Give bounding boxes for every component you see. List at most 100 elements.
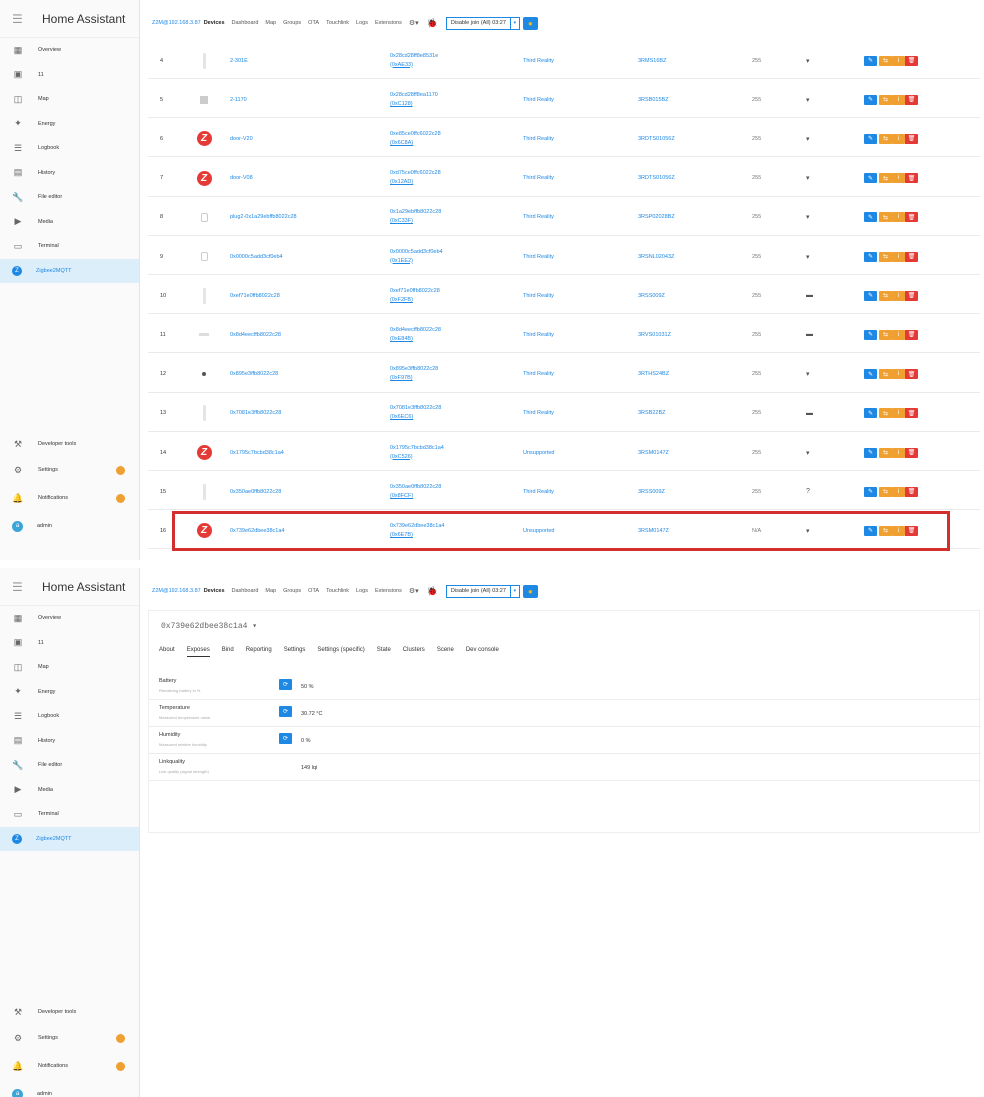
reconfigure-button[interactable]: ⇆ xyxy=(879,55,892,66)
tab-bind[interactable]: Bind xyxy=(222,647,234,657)
menu-icon[interactable]: ☰ xyxy=(12,12,28,26)
manufacturer-link[interactable]: Unsupported xyxy=(523,434,555,471)
reconfigure-button[interactable]: ⇆ xyxy=(879,94,892,105)
sidebar-item[interactable]: ◫ Map xyxy=(0,87,139,112)
sidebar-settings[interactable]: ⚙ Settings xyxy=(0,456,139,484)
reconfigure-button[interactable]: ⇆ xyxy=(879,133,892,144)
tab-exposes[interactable]: Exposes xyxy=(186,647,210,657)
model-link[interactable]: 3RSP02028BZ xyxy=(638,199,675,236)
model-link[interactable]: 3RSB22BZ xyxy=(638,395,666,432)
sidebar-notifications[interactable]: 🔔 Notifications xyxy=(0,1052,139,1080)
remove-button[interactable]: 🗑 xyxy=(905,133,918,144)
tab-scene[interactable]: Scene xyxy=(437,647,454,657)
reconfigure-button[interactable]: ⇆ xyxy=(879,290,892,301)
nav-dashboard[interactable]: Dashboard xyxy=(232,588,259,594)
sidebar-item[interactable]: ◫ Map xyxy=(0,655,139,680)
remove-button[interactable]: 🗑 xyxy=(905,173,918,184)
sidebar-item[interactable]: ▭ Terminal xyxy=(0,802,139,827)
rename-button[interactable]: ✎ xyxy=(864,133,877,144)
model-link[interactable]: 3RDTS01056Z xyxy=(638,160,675,197)
remove-button[interactable]: 🗑 xyxy=(905,447,918,458)
nav-logs[interactable]: Logs xyxy=(356,588,368,594)
ieee-address[interactable]: 0xd75ce0ffc6022c28 xyxy=(390,169,441,178)
sidebar-settings[interactable]: ⚙ Settings xyxy=(0,1024,139,1052)
sidebar-developer-tools[interactable]: ⚒ Developer tools xyxy=(0,432,139,456)
rename-button[interactable]: ✎ xyxy=(864,486,877,497)
manufacturer-link[interactable]: Third Reality xyxy=(523,120,554,157)
nav-devices[interactable]: Devices xyxy=(204,588,225,594)
model-link[interactable]: 3RSB015BZ xyxy=(638,81,669,118)
nav-groups[interactable]: Groups xyxy=(283,20,301,26)
remove-button[interactable]: 🗑 xyxy=(905,329,918,340)
remove-button[interactable]: 🗑 xyxy=(905,94,918,105)
model-link[interactable]: 3RVS01031Z xyxy=(638,316,671,353)
manufacturer-link[interactable]: Third Reality xyxy=(523,473,554,510)
model-link[interactable]: 3RSS009Z xyxy=(638,473,665,510)
device-name-link[interactable]: 0x350ae0ffb8022c28 xyxy=(230,473,281,510)
device-name-link[interactable]: door-V20 xyxy=(230,120,253,157)
nav-devices[interactable]: Devices xyxy=(204,20,225,26)
device-title-dropdown[interactable]: 0x739e62dbee38c1a4 ▾ xyxy=(161,621,257,631)
device-name-link[interactable]: 0x895e3ffb8022c28 xyxy=(230,356,278,393)
remove-button[interactable]: 🗑 xyxy=(905,251,918,262)
sidebar-item[interactable]: Z Zigbee2MQTT xyxy=(0,826,139,851)
rename-button[interactable]: ✎ xyxy=(864,329,877,340)
rename-button[interactable]: ✎ xyxy=(864,408,877,419)
sidebar-item[interactable]: ▶ Media xyxy=(0,210,139,235)
ieee-address[interactable]: 0x0000c5add3cf0eb4 xyxy=(390,248,443,257)
manufacturer-link[interactable]: Third Reality xyxy=(523,160,554,197)
ieee-address[interactable]: 0x1a29ebffb8022c28 xyxy=(390,208,441,217)
nav-map[interactable]: Map xyxy=(265,20,276,26)
interview-button[interactable]: i xyxy=(892,94,905,105)
device-name-link[interactable]: door-V08 xyxy=(230,160,253,197)
host-link[interactable]: Z2M@192.168.3.87 xyxy=(152,20,201,26)
manufacturer-link[interactable]: Third Reality xyxy=(523,238,554,275)
interview-button[interactable]: i xyxy=(892,447,905,458)
device-name-link[interactable]: 0x0000c5add3cf0eb4 xyxy=(230,238,283,275)
interview-button[interactable]: i xyxy=(892,251,905,262)
reconfigure-button[interactable]: ⇆ xyxy=(879,447,892,458)
nav-dashboard[interactable]: Dashboard xyxy=(232,20,259,26)
sidebar-item[interactable]: ▣ 11 xyxy=(0,63,139,88)
manufacturer-link[interactable]: Third Reality xyxy=(523,277,554,314)
interview-button[interactable]: i xyxy=(892,408,905,419)
sidebar-user[interactable]: a admin xyxy=(0,1080,139,1097)
remove-button[interactable]: 🗑 xyxy=(905,408,918,419)
rename-button[interactable]: ✎ xyxy=(864,290,877,301)
menu-icon[interactable]: ☰ xyxy=(12,580,28,594)
sidebar-item[interactable]: 🔧 File editor xyxy=(0,185,139,210)
avatar[interactable]: a xyxy=(12,1088,23,1097)
nav-extensions[interactable]: Extensions xyxy=(375,20,402,26)
model-link[interactable]: 3RMS16BZ xyxy=(638,42,666,79)
interview-button[interactable]: i xyxy=(892,290,905,301)
tab-reporting[interactable]: Reporting xyxy=(246,647,272,657)
rename-button[interactable]: ✎ xyxy=(864,55,877,66)
rename-button[interactable]: ✎ xyxy=(864,94,877,105)
sidebar-item[interactable]: ▤ History xyxy=(0,729,139,754)
ieee-address[interactable]: 0x1795c7bcbd38c1a4 xyxy=(390,444,444,453)
settings-menu-icon[interactable]: ⚙▾ xyxy=(409,19,419,27)
interview-button[interactable]: i xyxy=(892,55,905,66)
ieee-address[interactable]: 0xef71e0ffb8022c28 xyxy=(390,287,440,296)
avatar[interactable]: a xyxy=(12,520,23,532)
reconfigure-button[interactable]: ⇆ xyxy=(879,408,892,419)
settings-menu-icon[interactable]: ⚙▾ xyxy=(409,587,419,595)
manufacturer-link[interactable]: Third Reality xyxy=(523,356,554,393)
manufacturer-link[interactable]: Third Reality xyxy=(523,316,554,353)
sidebar-item[interactable]: ▦ Overview xyxy=(0,38,139,63)
manufacturer-link[interactable]: Third Reality xyxy=(523,42,554,79)
reconfigure-button[interactable]: ⇆ xyxy=(879,173,892,184)
nav-ota[interactable]: OTA xyxy=(308,588,319,594)
sidebar-item[interactable]: ☰ Logbook xyxy=(0,136,139,161)
permit-join-button[interactable]: Disable join (All) 03:27 xyxy=(445,16,511,30)
tab-settings[interactable]: Settings xyxy=(284,647,306,657)
ieee-address[interactable]: 0xe85ce0ffc6022c28 xyxy=(390,130,441,139)
ieee-address[interactable]: 0x895e3ffb8022c28 xyxy=(390,365,438,374)
remove-button[interactable]: 🗑 xyxy=(905,212,918,223)
refresh-button[interactable]: ⟳ xyxy=(279,706,292,717)
nav-ota[interactable]: OTA xyxy=(308,20,319,26)
device-name-link[interactable]: 0x7081e3ffb8022c28 xyxy=(230,395,281,432)
manufacturer-link[interactable]: Third Reality xyxy=(523,395,554,432)
bug-icon[interactable]: 🐞 xyxy=(427,18,438,29)
device-name-link[interactable]: plug2-0x1a29ebffb8022c28 xyxy=(230,199,297,236)
